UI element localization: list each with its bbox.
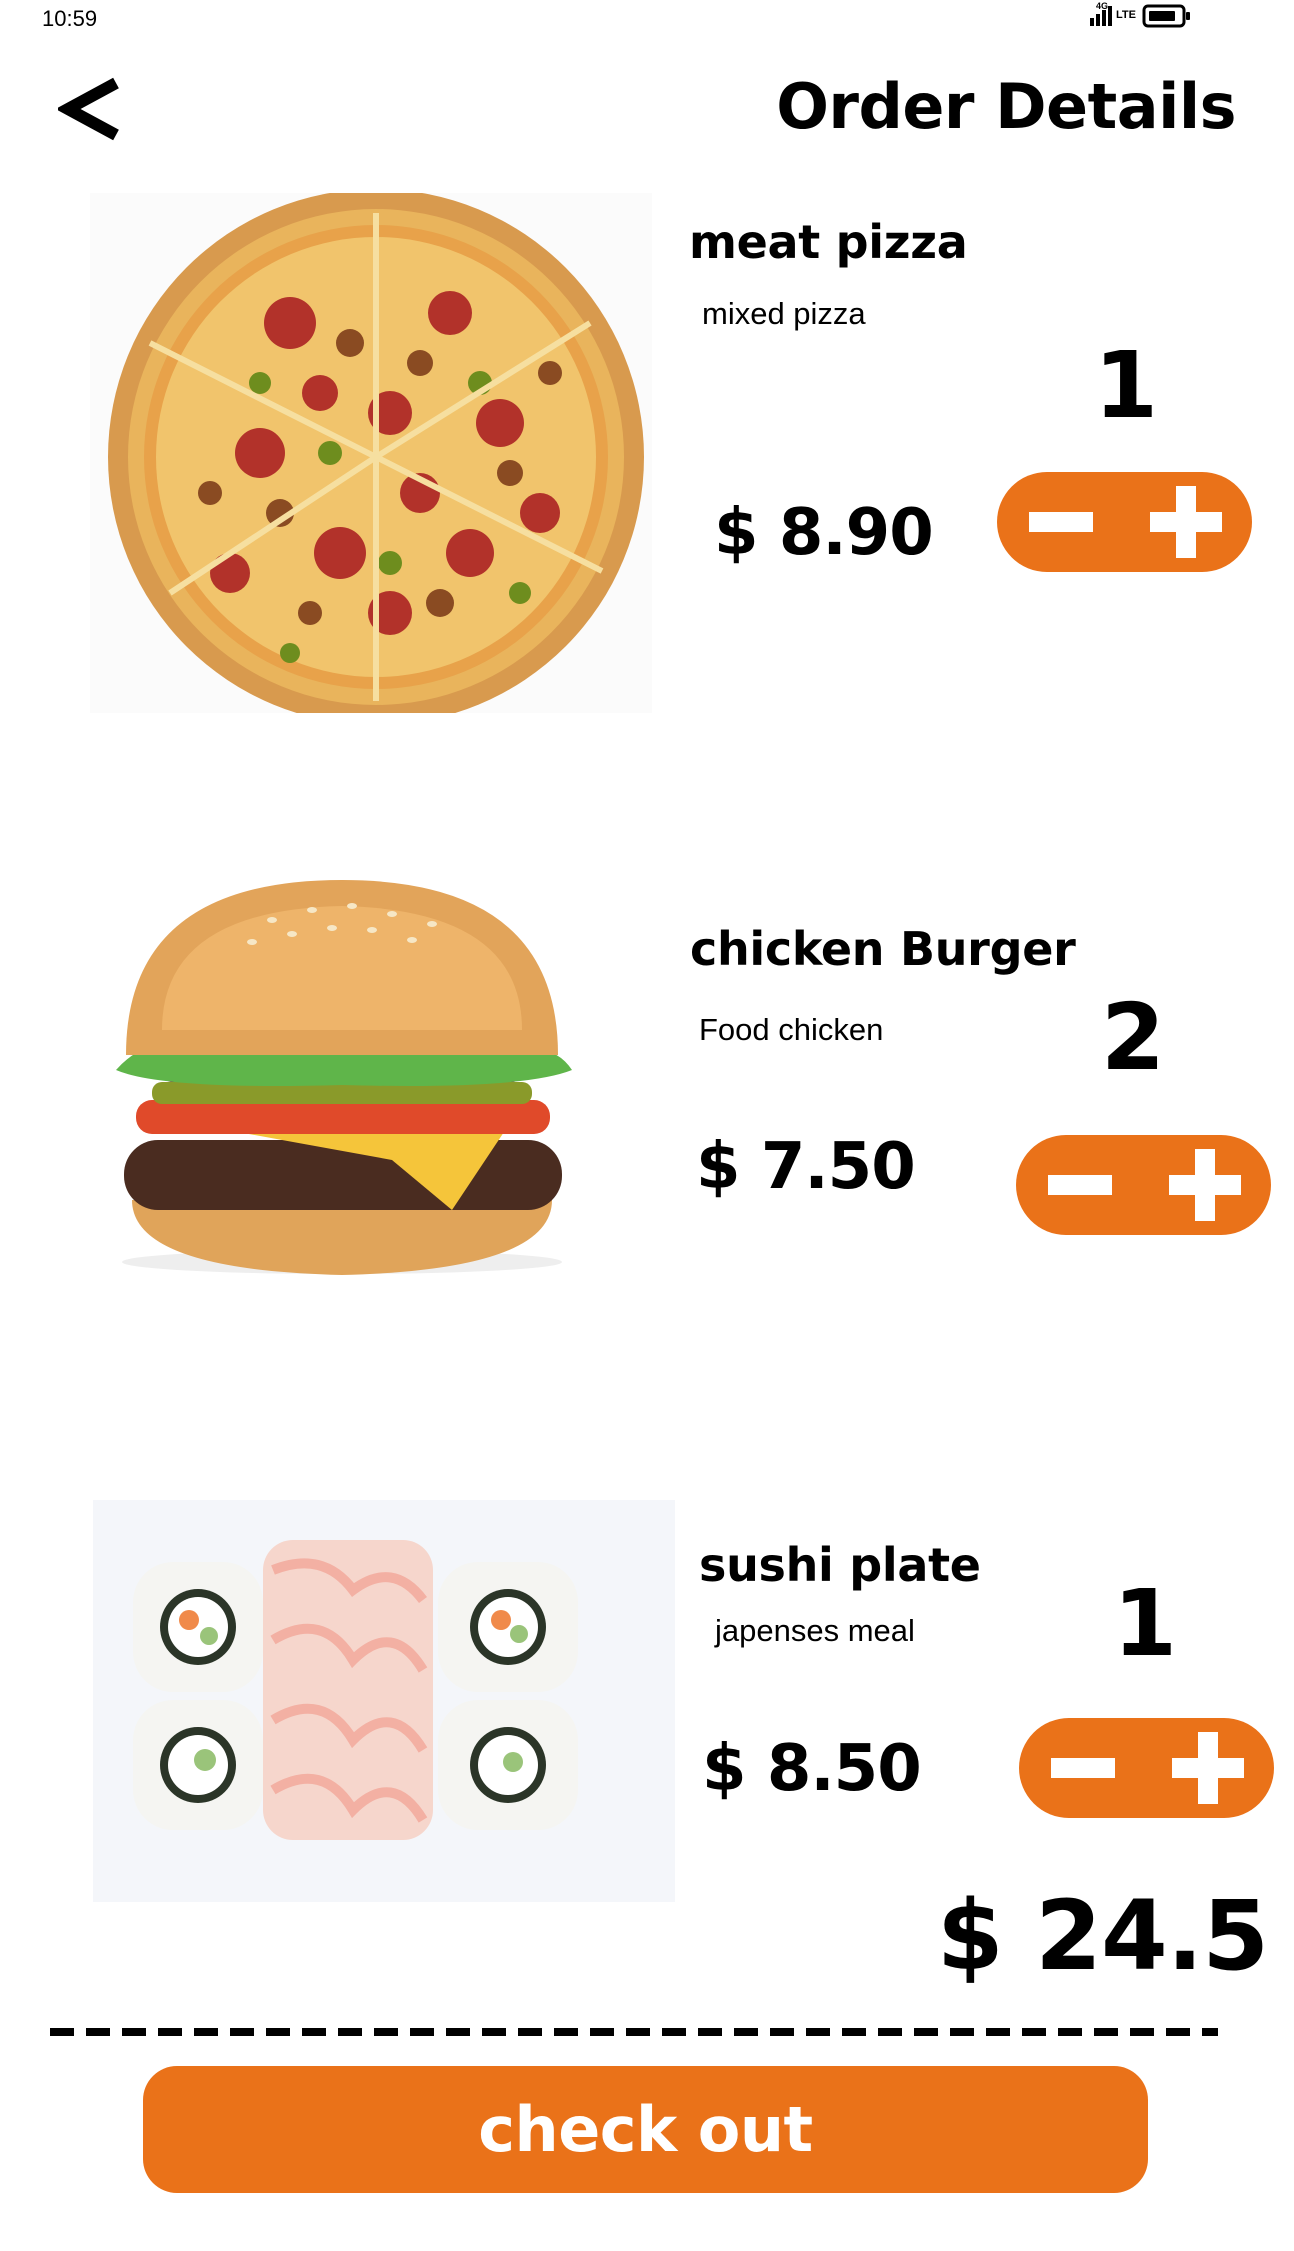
increase-button[interactable] (1142, 1718, 1262, 1818)
minus-icon (1051, 1758, 1115, 1778)
increase-button[interactable] (1120, 472, 1240, 572)
decrease-button[interactable] (1031, 1718, 1151, 1818)
quantity-stepper (997, 472, 1252, 572)
item-price: $ 8.90 (714, 496, 934, 570)
item-name: chicken Burger (690, 922, 1076, 976)
status-time: 10:59 (42, 6, 98, 31)
quantity-stepper (1016, 1135, 1271, 1235)
battery-icon (1142, 4, 1190, 28)
burger-image (92, 870, 584, 1282)
checkout-button[interactable]: check out (143, 2066, 1148, 2193)
sushi-image (93, 1500, 675, 1902)
item-quantity: 1 (1093, 332, 1158, 439)
back-chevron-icon (55, 77, 119, 141)
item-quantity: 2 (1100, 984, 1165, 1091)
minus-icon (1029, 512, 1093, 532)
back-button[interactable] (55, 75, 128, 145)
item-description: Food chicken (699, 1012, 884, 1047)
dashed-divider (50, 2028, 1218, 2036)
item-price: $ 8.50 (702, 1732, 922, 1806)
order-total: $ 24.5 (936, 1880, 1269, 1992)
pizza-image (90, 193, 652, 713)
item-description: mixed pizza (702, 296, 866, 331)
item-description: japenses meal (715, 1613, 915, 1648)
svg-text:4G: 4G (1096, 1, 1108, 11)
svg-text:LTE: LTE (1116, 9, 1136, 21)
decrease-button[interactable] (1009, 472, 1129, 572)
page-title: Order Details (776, 70, 1236, 143)
minus-icon (1048, 1175, 1112, 1195)
quantity-stepper (1019, 1718, 1274, 1818)
item-quantity: 1 (1112, 1570, 1177, 1677)
item-price: $ 7.50 (696, 1130, 916, 1204)
decrease-button[interactable] (1028, 1135, 1148, 1235)
increase-button[interactable] (1139, 1135, 1259, 1235)
item-name: meat pizza (689, 215, 968, 269)
item-name: sushi plate (699, 1538, 981, 1592)
